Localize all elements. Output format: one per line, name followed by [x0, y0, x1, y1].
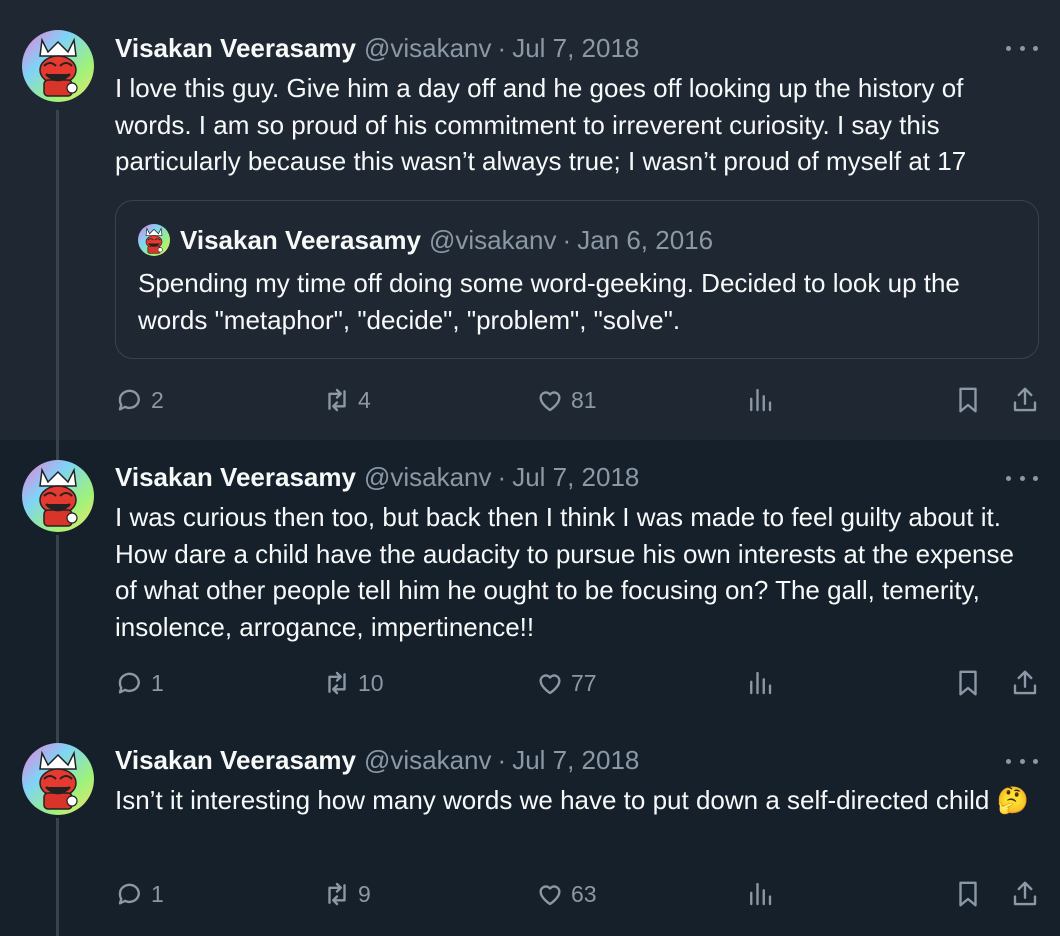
- retweet-count: 4: [358, 386, 371, 413]
- author-name[interactable]: Visakan Veerasamy: [115, 33, 356, 64]
- heart-icon: [539, 391, 561, 412]
- bookmark-icon: [959, 387, 977, 413]
- action-bar: 1 9 63: [115, 877, 1045, 911]
- reply-icon: [118, 883, 140, 905]
- author-name[interactable]: Visakan Veerasamy: [115, 462, 356, 493]
- separator: ·: [497, 744, 507, 775]
- separator: ·: [562, 224, 572, 255]
- like-count: 77: [571, 669, 597, 696]
- bookmark-icon: [959, 670, 977, 696]
- quote-header: Visakan Veerasamy @visakanv · Jan 6, 201…: [138, 225, 713, 255]
- action-bar: 2 4 81: [115, 383, 1045, 417]
- like-count: 81: [571, 386, 597, 413]
- separator: ·: [497, 32, 507, 63]
- more-icon[interactable]: [1006, 468, 1038, 488]
- quote-date: Jan 6, 2016: [577, 224, 714, 255]
- retweet-button[interactable]: 10: [322, 666, 384, 700]
- reply-count: 1: [151, 880, 164, 907]
- views-icon: [750, 671, 772, 695]
- share-button[interactable]: [1010, 877, 1040, 911]
- share-icon: [1013, 881, 1037, 906]
- views-icon: [750, 882, 772, 906]
- bookmark-button[interactable]: [953, 877, 983, 911]
- avatar[interactable]: [22, 460, 94, 532]
- thread-line: [56, 818, 59, 936]
- views-button[interactable]: [745, 877, 775, 911]
- author-handle[interactable]: @visakanv: [364, 745, 492, 776]
- thread-line: [56, 723, 59, 743]
- tweet[interactable]: Visakan Veerasamy @visakanv · Jul 7, 201…: [0, 723, 1060, 936]
- like-button[interactable]: 81: [535, 383, 597, 417]
- action-bar: 1 10 77: [115, 666, 1045, 700]
- quote-author-handle: @visakanv: [428, 224, 557, 255]
- thread-line: [56, 535, 59, 723]
- like-button[interactable]: 77: [535, 666, 597, 700]
- share-button[interactable]: [1010, 666, 1040, 700]
- retweet-button[interactable]: 9: [322, 877, 371, 911]
- tweet[interactable]: Visakan Veerasamy @visakanv · Jul 7, 201…: [0, 440, 1060, 723]
- tweet-date[interactable]: Jul 7, 2018: [512, 33, 639, 64]
- avatar-image: [22, 460, 94, 532]
- retweet-count: 10: [358, 669, 384, 696]
- tweet-date[interactable]: Jul 7, 2018: [512, 462, 639, 493]
- share-icon: [1013, 387, 1037, 412]
- tweet-text: Isn’t it interesting how many words we h…: [115, 785, 1029, 815]
- views-button[interactable]: [745, 383, 775, 417]
- avatar[interactable]: [22, 743, 94, 815]
- bookmark-button[interactable]: [953, 383, 983, 417]
- reply-icon: [118, 389, 140, 411]
- views-icon: [750, 388, 772, 412]
- tweet-header: Visakan Veerasamy @visakanv · Jul 7, 201…: [115, 462, 639, 492]
- thread-line: [56, 110, 59, 440]
- reply-count: 1: [151, 669, 164, 696]
- tweet-text: I love this guy. Give him a day off and …: [115, 73, 967, 176]
- thread-line: [56, 440, 59, 460]
- heart-icon: [539, 885, 561, 906]
- quote-avatar: [138, 224, 170, 256]
- bookmark-icon: [959, 881, 977, 907]
- reply-button[interactable]: 1: [115, 877, 164, 911]
- quote-author-name: Visakan Veerasamy: [180, 224, 421, 255]
- reply-button[interactable]: 1: [115, 666, 164, 700]
- reply-icon: [118, 672, 140, 694]
- share-icon: [1013, 670, 1037, 695]
- tweet[interactable]: Visakan Veerasamy @visakanv · Jul 7, 201…: [0, 0, 1060, 440]
- avatar-image: [22, 743, 94, 815]
- reply-button[interactable]: 2: [115, 383, 164, 417]
- views-button[interactable]: [745, 666, 775, 700]
- more-icon[interactable]: [1006, 38, 1038, 58]
- separator: ·: [497, 461, 507, 492]
- retweet-icon: [328, 671, 346, 695]
- quoted-tweet[interactable]: Visakan Veerasamy @visakanv · Jan 6, 201…: [115, 200, 1039, 359]
- avatar-image: [22, 30, 94, 102]
- avatar[interactable]: [22, 30, 94, 102]
- author-handle[interactable]: @visakanv: [364, 33, 492, 64]
- like-button[interactable]: 63: [535, 877, 597, 911]
- bookmark-button[interactable]: [953, 666, 983, 700]
- heart-icon: [539, 674, 561, 695]
- retweet-button[interactable]: 4: [322, 383, 371, 417]
- more-icon[interactable]: [1006, 751, 1038, 771]
- tweet-header: Visakan Veerasamy @visakanv · Jul 7, 201…: [115, 745, 639, 775]
- like-count: 63: [571, 880, 597, 907]
- reply-count: 2: [151, 386, 164, 413]
- author-handle[interactable]: @visakanv: [364, 462, 492, 493]
- retweet-icon: [328, 388, 346, 412]
- retweet-icon: [328, 882, 346, 906]
- tweet-date[interactable]: Jul 7, 2018: [512, 745, 639, 776]
- quote-text: Spending my time off doing some word-gee…: [138, 268, 960, 335]
- share-button[interactable]: [1010, 383, 1040, 417]
- retweet-count: 9: [358, 880, 371, 907]
- tweet-text: I was curious then too, but back then I …: [115, 502, 1014, 642]
- tweet-header: Visakan Veerasamy @visakanv · Jul 7, 201…: [115, 33, 639, 63]
- author-name[interactable]: Visakan Veerasamy: [115, 745, 356, 776]
